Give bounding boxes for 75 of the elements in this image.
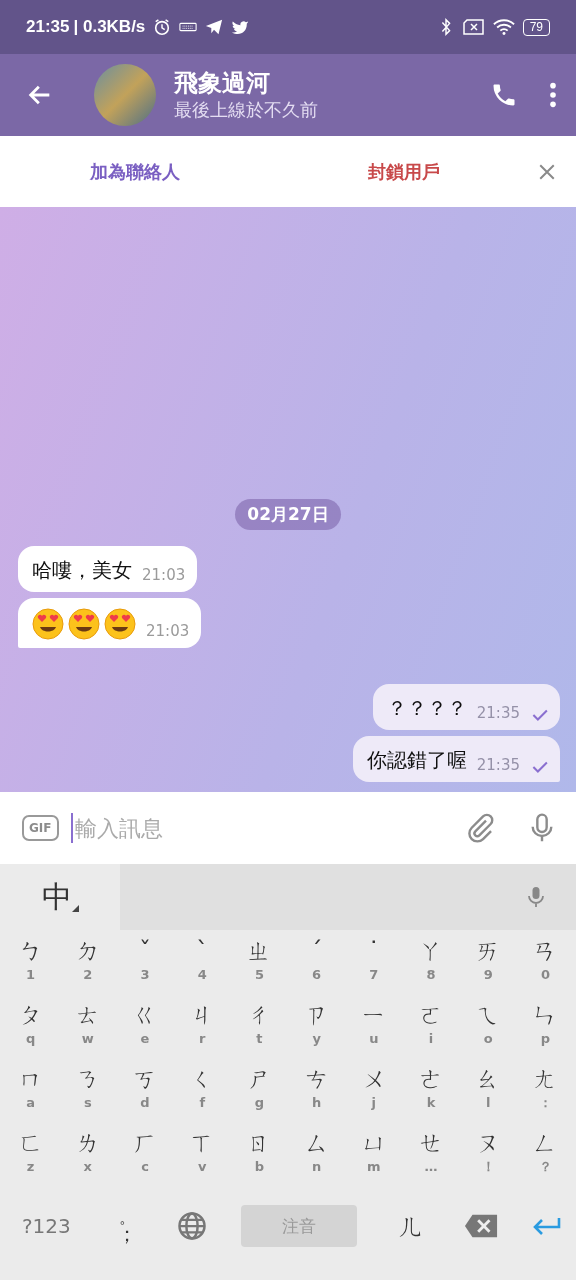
sim-card-x-icon (462, 18, 485, 36)
last-seen-status: 最後上線於不久前 (174, 98, 319, 122)
keyboard-key[interactable]: ㄞ 9 (459, 936, 517, 994)
keyboard-key[interactable]: ㄤ ： (516, 1064, 575, 1122)
message-bubble[interactable]: 你認錯了喔 21:35 (352, 736, 560, 782)
message-time: 21:03 (146, 622, 190, 640)
keyboard-key[interactable]: ㄩ m (345, 1128, 403, 1186)
keyboard-key[interactable]: ˙ 7 (345, 936, 403, 994)
backspace-icon[interactable] (463, 1213, 498, 1239)
keyboard-key[interactable]: ㄉ 2 (59, 936, 117, 994)
keyboard-key[interactable]: ㄜ k (402, 1064, 460, 1122)
keyboard-key[interactable]: ㄡ ！ (459, 1128, 517, 1186)
wifi-icon (492, 18, 515, 36)
status-time: 21:35 (26, 17, 70, 37)
keyboard-key[interactable]: ㄗ y (288, 1000, 346, 1058)
message-bubble[interactable]: 哈嘍，美女 21:03 (18, 546, 198, 592)
text-cursor (70, 813, 73, 843)
keyboard-key[interactable]: ㄐ r (173, 1000, 231, 1058)
keyboard-key[interactable]: ㄛ i (402, 1000, 460, 1058)
keyboard-key[interactable]: ㄒ v (173, 1128, 231, 1186)
message-input-field[interactable]: 輸入訊息 (72, 814, 434, 842)
keyboard-key[interactable]: ㄨ j (345, 1064, 403, 1122)
keyboard-key[interactable]: ㄢ 0 (516, 936, 575, 994)
heart-eyes-emoji-icon (104, 608, 136, 640)
keyboard-key[interactable]: ㄣ p (516, 1000, 575, 1058)
keyboard-key[interactable]: ㄇ a (2, 1064, 60, 1122)
keyboard-key[interactable]: ㄊ w (59, 1000, 117, 1058)
message-bubble[interactable]: ？？？？ 21:35 (372, 684, 560, 730)
heart-eyes-emoji-icon (68, 608, 100, 640)
keyboard-key[interactable]: ㄝ … (402, 1128, 460, 1186)
keyboard-key[interactable]: ㄔ t (230, 1000, 288, 1058)
keyboard-key[interactable]: ㄆ q (2, 1000, 60, 1058)
add-contact-button[interactable]: 加為聯絡人 (0, 136, 269, 207)
enter-icon[interactable] (531, 1216, 562, 1236)
keyboard-key[interactable]: ˊ 6 (288, 936, 346, 994)
keyboard-key[interactable]: ˋ 4 (173, 936, 231, 994)
block-user-button[interactable]: 封鎖用戶 (269, 136, 538, 207)
more-options-icon[interactable] (548, 81, 558, 109)
keyboard-key[interactable]: ㄚ 8 (402, 936, 460, 994)
keyboard-key[interactable]: ㄖ b (230, 1128, 288, 1186)
keyboard-key[interactable]: ㄟ o (459, 1000, 517, 1058)
keyboard-key[interactable]: ㄈ z (2, 1128, 60, 1186)
keyboard-key[interactable]: ㄌ x (59, 1128, 117, 1186)
message-time: 21:35 (476, 756, 520, 774)
chat-title: 飛象過河 (174, 68, 271, 98)
language-switch-key[interactable]: 中 (0, 864, 120, 930)
keyboard-key[interactable]: ㄏ c (116, 1128, 174, 1186)
alarm-clock-icon (153, 18, 172, 36)
keyboard-key[interactable]: ㄠ l (459, 1064, 517, 1122)
keyboard-key[interactable]: ㄧ u (345, 1000, 403, 1058)
keyboard-key[interactable]: ㄓ 5 (230, 936, 288, 994)
message-time: 21:35 (476, 704, 520, 722)
keyboard-key[interactable]: ㄅ 1 (2, 936, 60, 994)
keyboard-key[interactable]: ㄋ s (59, 1064, 117, 1122)
message-time: 21:03 (142, 566, 186, 584)
keyboard-key[interactable]: ˇ 3 (116, 936, 174, 994)
globe-icon[interactable] (177, 1211, 208, 1241)
network-speed: | 0.3KB/s (73, 17, 146, 37)
keyboard-key[interactable]: ㄍ e (116, 1000, 174, 1058)
bird-icon (231, 18, 250, 36)
keyboard-key[interactable]: ㄕ g (230, 1064, 288, 1122)
keyboard-key[interactable]: ㄥ ？ (516, 1128, 575, 1186)
battery-indicator: 79 (522, 18, 550, 36)
keyboard-key[interactable]: ㄑ f (173, 1064, 231, 1122)
paper-plane-icon (205, 18, 224, 36)
keyboard-key[interactable]: ㄦ (391, 1207, 430, 1245)
heart-eyes-emoji-icon (32, 608, 64, 640)
symbols-key[interactable]: ?123 (16, 1213, 77, 1239)
keyboard-key[interactable]: ㄙ n (288, 1128, 346, 1186)
close-icon[interactable] (538, 162, 556, 181)
keyboard-key[interactable]: ㄎ d (116, 1064, 174, 1122)
corner-triangle-icon (71, 904, 79, 912)
keyboard-key[interactable]: ㄘ h (288, 1064, 346, 1122)
date-chip: 02月27日 (235, 499, 341, 530)
punctuation-key[interactable]: 。 ； (111, 1209, 143, 1243)
